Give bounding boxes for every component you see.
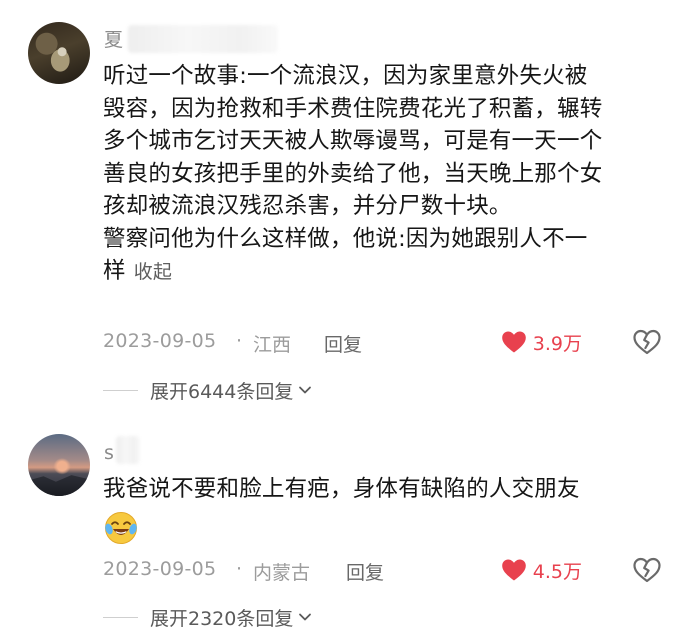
username[interactable]: s [104,441,114,465]
chevron-down-icon [299,613,312,621]
comment-meta: 2023-09-05 · 内蒙古 回复 4.5万 [103,555,668,585]
broken-heart-icon[interactable] [632,556,662,584]
like-button[interactable]: 4.5万 [501,555,582,585]
expand-divider [103,616,138,618]
avatar[interactable] [28,434,90,496]
username-blur-mask [116,436,140,464]
comment-text-line: 我爸说不要和脸上有疤，身体有缺陷的人交朋友 [103,476,580,502]
comment-item: s 我爸说不要和脸上有疤，身体有缺陷的人交朋友 2023-09-05 · 内蒙古… [0,0,690,639]
like-count: 4.5万 [532,560,582,583]
comment-date: 2023-09-05 [103,558,217,580]
crying-laughing-emoji-icon [105,512,137,544]
reply-button[interactable]: 回复 [346,558,384,585]
comment-text[interactable]: 我爸说不要和脸上有疤，身体有缺陷的人交朋友 [103,473,668,506]
heart-filled-icon [501,559,526,581]
expand-replies-button[interactable]: 展开2320条回复 [103,604,313,630]
meta-separator: · [236,558,243,580]
expand-replies-label: 展开2320条回复 [150,607,294,630]
comment-region: 内蒙古 [253,562,311,584]
